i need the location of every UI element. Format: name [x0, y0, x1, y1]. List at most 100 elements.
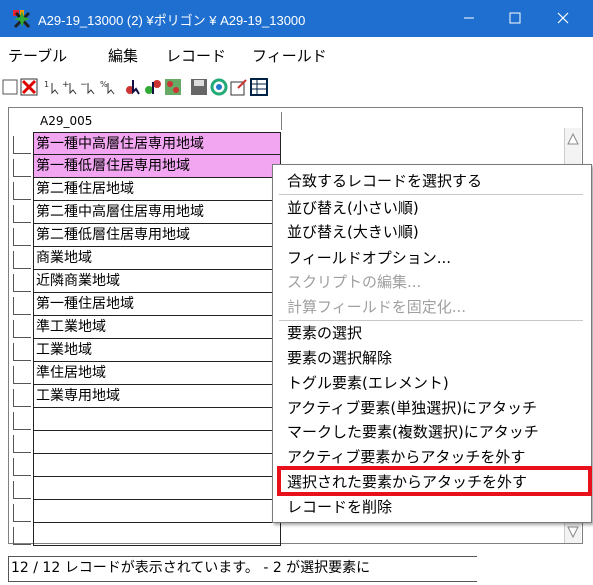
row-checkbox[interactable]	[13, 182, 31, 200]
svg-text:1: 1	[44, 80, 49, 89]
table-row[interactable]	[9, 500, 304, 523]
cursor-plus-icon[interactable]: +	[62, 78, 80, 96]
delete-record-icon[interactable]	[20, 78, 38, 96]
table-cell[interactable]: 第一種住居地域	[33, 293, 281, 316]
context-menu-item[interactable]: アクティブ要素(単独選択)にアタッチ	[287, 397, 537, 418]
table-row[interactable]: 商業地域	[9, 247, 304, 270]
table-cell[interactable]	[33, 454, 281, 477]
table-row[interactable]: 工業地域	[9, 339, 304, 362]
row-checkbox[interactable]	[13, 274, 31, 292]
table-cell[interactable]: 第二種中高層住居専用地域	[33, 201, 281, 224]
svg-text:+: +	[62, 80, 70, 90]
scroll-up-icon[interactable]	[567, 132, 579, 146]
table-cell[interactable]: 準住居地域	[33, 362, 281, 385]
row-checkbox[interactable]	[13, 297, 31, 315]
table-row[interactable]: 第二種低層住居専用地域	[9, 224, 304, 247]
row-checkbox[interactable]	[13, 458, 31, 476]
row-checkbox[interactable]	[13, 435, 31, 453]
table-cell[interactable]: 第一種低層住居専用地域	[33, 155, 281, 178]
column-header-a29-005[interactable]: A29_005	[34, 112, 282, 130]
menu-edit[interactable]: 編集	[108, 45, 138, 66]
table-icon[interactable]	[250, 78, 268, 96]
context-menu-item: スクリプトの編集...	[287, 273, 422, 291]
table-row[interactable]: 準住居地域	[9, 362, 304, 385]
scroll-down-icon[interactable]	[567, 525, 579, 539]
row-checkbox[interactable]	[13, 205, 31, 223]
cursor-minus-icon[interactable]: −	[80, 78, 98, 96]
table-cell[interactable]	[33, 477, 281, 500]
table-cell[interactable]: 工業地域	[33, 339, 281, 362]
row-checkbox[interactable]	[13, 228, 31, 246]
table-cell[interactable]: 第一種中高層住居専用地域	[33, 132, 281, 155]
menu-separator	[279, 320, 583, 321]
select-add-icon[interactable]	[144, 78, 162, 96]
context-menu-item[interactable]: レコードを削除	[287, 496, 392, 517]
row-checkbox[interactable]	[13, 366, 31, 384]
table-row[interactable]: 第二種中高層住居専用地域	[9, 201, 304, 224]
close-button[interactable]	[540, 0, 586, 37]
row-checkbox[interactable]	[13, 159, 31, 177]
context-menu-item[interactable]: フィールドオプション...	[287, 247, 451, 268]
table-cell[interactable]: 第二種低層住居専用地域	[33, 224, 281, 247]
highlight-box	[277, 466, 592, 496]
save-icon[interactable]	[190, 78, 208, 96]
select-tool-icon[interactable]	[124, 78, 142, 96]
context-menu-item[interactable]: トグル要素(エレメント)	[287, 372, 449, 393]
row-checkbox[interactable]	[13, 412, 31, 430]
table-cell[interactable]	[33, 431, 281, 454]
minimize-button[interactable]	[446, 0, 492, 37]
table-row[interactable]: 準工業地域	[9, 316, 304, 339]
row-checkbox[interactable]	[13, 504, 31, 522]
context-menu-item[interactable]: アクティブ要素からアタッチを外す	[287, 446, 525, 467]
toolbar: 1 + − %	[0, 73, 593, 103]
table-cell[interactable]	[33, 523, 281, 546]
table-row[interactable]	[9, 431, 304, 454]
table-row[interactable]: 工業専用地域	[9, 385, 304, 408]
row-checkbox[interactable]	[13, 481, 31, 499]
context-menu-item[interactable]: 並び替え(小さい順)	[287, 197, 419, 218]
table-row[interactable]: 近隣商業地域	[9, 270, 304, 293]
row-checkbox[interactable]	[13, 320, 31, 338]
context-menu-item[interactable]: 合致するレコードを選択する	[287, 170, 482, 191]
title-bar[interactable]: A29-19_13000 (2) ¥ポリゴン ¥ A29-19_13000	[0, 0, 593, 37]
menu-field[interactable]: フィールド	[252, 45, 327, 66]
table-row[interactable]	[9, 408, 304, 431]
table-row[interactable]: 第一種中高層住居専用地域	[9, 132, 304, 155]
table-cell[interactable]: 第二種住居地域	[33, 178, 281, 201]
context-menu-item[interactable]: 要素の選択	[287, 322, 362, 343]
close-icon	[557, 12, 569, 24]
refresh-icon[interactable]	[210, 78, 228, 96]
table-cell[interactable]	[33, 408, 281, 431]
row-checkbox[interactable]	[13, 343, 31, 361]
table-row[interactable]: 第二種住居地域	[9, 178, 304, 201]
context-menu-item[interactable]: 並び替え(大きい順)	[287, 221, 419, 242]
table-cell[interactable]: 準工業地域	[33, 316, 281, 339]
checkbox-icon[interactable]	[2, 78, 20, 96]
menu-separator	[279, 194, 583, 195]
row-checkbox[interactable]	[13, 251, 31, 269]
table-row[interactable]	[9, 454, 304, 477]
table-cell[interactable]: 工業専用地域	[33, 385, 281, 408]
table-row[interactable]: 第一種低層住居専用地域	[9, 155, 304, 178]
row-checkbox[interactable]	[13, 136, 31, 154]
table-row[interactable]	[9, 523, 304, 546]
cursor-percent-icon[interactable]: %	[100, 78, 118, 96]
row-checkbox[interactable]	[13, 389, 31, 407]
table-cell[interactable]: 近隣商業地域	[33, 270, 281, 293]
row-checkbox[interactable]	[13, 527, 31, 545]
table-cell[interactable]: 商業地域	[33, 247, 281, 270]
menu-table[interactable]: テーブル	[8, 45, 67, 66]
context-menu-item[interactable]: 要素の選択解除	[287, 347, 392, 368]
maximize-button[interactable]	[492, 0, 538, 37]
table-cell[interactable]	[33, 500, 281, 523]
menu-record[interactable]: レコード	[166, 45, 226, 66]
cursor-1-icon[interactable]: 1	[44, 78, 62, 96]
menu-bar: テーブル 編集 レコード フィールド	[0, 37, 593, 73]
context-menu-item: 計算フィールドを固定化...	[287, 298, 467, 316]
table-row[interactable]: 第一種住居地域	[9, 293, 304, 316]
context-menu-item[interactable]: マークした要素(複数選択)にアタッチ	[287, 421, 539, 442]
edit-icon[interactable]	[230, 78, 248, 96]
table-row[interactable]	[9, 477, 304, 500]
svg-text:%: %	[100, 80, 108, 89]
select-grid-icon[interactable]	[164, 78, 182, 96]
